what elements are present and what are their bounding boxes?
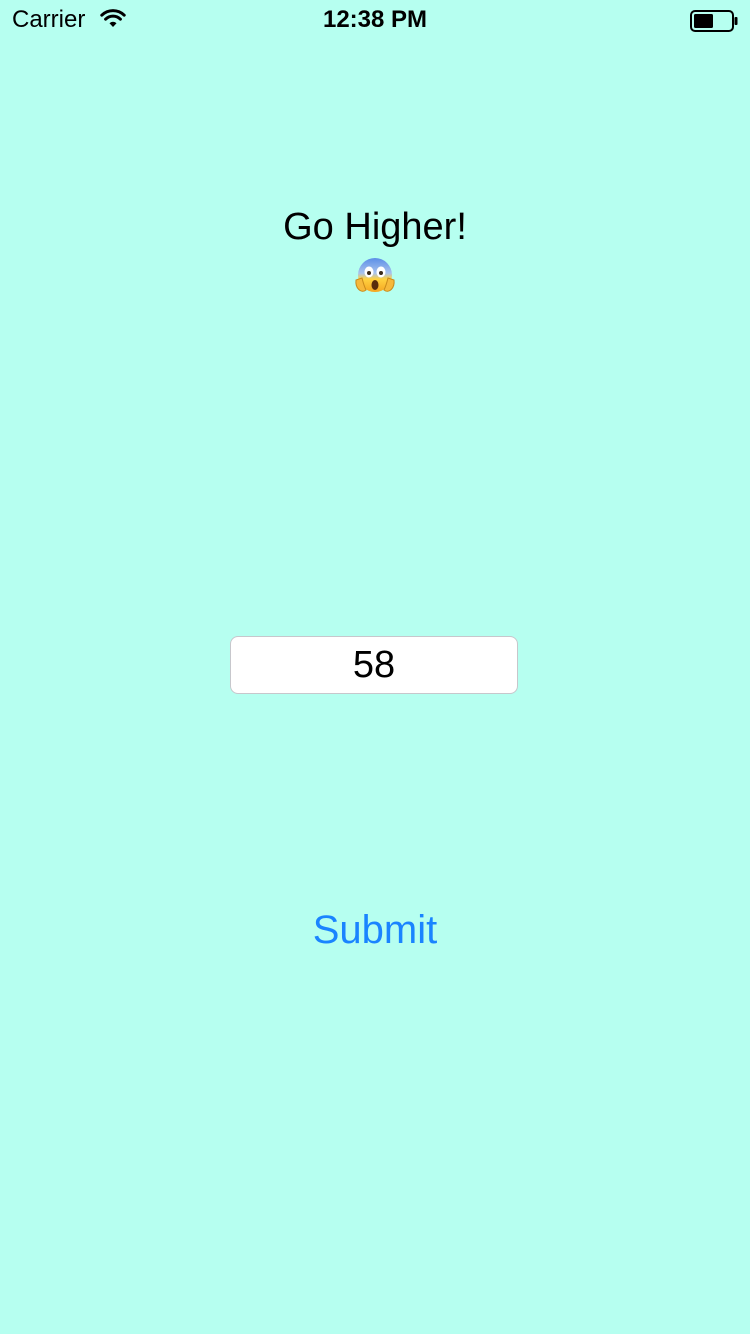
hint-text: Go Higher! [283, 206, 467, 248]
submit-button[interactable]: Submit [0, 908, 750, 953]
face-screaming-in-fear-icon [353, 252, 397, 296]
battery-icon [690, 10, 738, 32]
hint-message: Go Higher! [0, 204, 750, 296]
status-bar: Carrier 12:38 PM [0, 0, 750, 40]
status-time: 12:38 PM [322, 6, 428, 33]
guess-input[interactable] [230, 636, 518, 694]
